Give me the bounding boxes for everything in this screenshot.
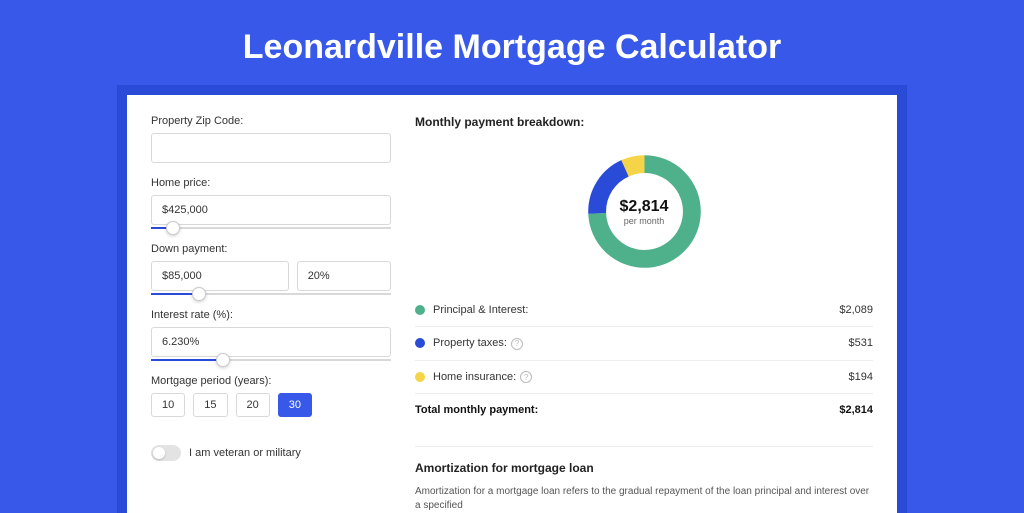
interest-label: Interest rate (%): bbox=[151, 309, 391, 321]
form-panel: Property Zip Code: Home price: Down paym… bbox=[151, 115, 391, 513]
donut-chart-wrap: $2,814 per month bbox=[415, 139, 873, 294]
breakdown-row: Principal & Interest: $2,089 bbox=[415, 294, 873, 327]
zip-input[interactable] bbox=[151, 133, 391, 163]
help-icon[interactable]: ? bbox=[511, 338, 523, 350]
toggle-knob bbox=[153, 447, 165, 459]
inner-band: Property Zip Code: Home price: Down paym… bbox=[117, 85, 907, 513]
home-price-label: Home price: bbox=[151, 177, 391, 189]
breakdown-value: $531 bbox=[849, 337, 873, 349]
zip-group: Property Zip Code: bbox=[151, 115, 391, 163]
interest-input[interactable] bbox=[151, 327, 391, 357]
calculator-card: Property Zip Code: Home price: Down paym… bbox=[127, 95, 897, 513]
breakdown-value: $194 bbox=[849, 371, 873, 383]
breakdown-row: Home insurance:? $194 bbox=[415, 361, 873, 394]
legend-dot bbox=[415, 372, 425, 382]
slider-thumb[interactable] bbox=[192, 287, 206, 301]
amortization-body: Amortization for a mortgage loan refers … bbox=[415, 485, 873, 513]
down-payment-percent-input[interactable] bbox=[297, 261, 391, 291]
breakdown-label: Home insurance: bbox=[433, 371, 516, 383]
page-title: Leonardville Mortgage Calculator bbox=[0, 0, 1024, 85]
period-button-30[interactable]: 30 bbox=[278, 393, 312, 417]
help-icon[interactable]: ? bbox=[520, 371, 532, 383]
veteran-label: I am veteran or military bbox=[189, 447, 301, 459]
breakdown-label: Property taxes: bbox=[433, 337, 507, 349]
veteran-toggle[interactable] bbox=[151, 445, 181, 461]
donut-amount: $2,814 bbox=[620, 198, 669, 216]
period-button-15[interactable]: 15 bbox=[193, 393, 227, 417]
interest-group: Interest rate (%): bbox=[151, 309, 391, 361]
breakdown-value: $2,089 bbox=[839, 304, 873, 316]
breakdown-title: Monthly payment breakdown: bbox=[415, 115, 873, 129]
breakdown-panel: Monthly payment breakdown: $2,814 per mo… bbox=[391, 115, 873, 513]
home-price-group: Home price: bbox=[151, 177, 391, 229]
amortization-title: Amortization for mortgage loan bbox=[415, 461, 873, 475]
period-group: Mortgage period (years): 10 15 20 30 bbox=[151, 375, 391, 417]
legend-dot bbox=[415, 305, 425, 315]
down-payment-label: Down payment: bbox=[151, 243, 391, 255]
slider-thumb[interactable] bbox=[166, 221, 180, 235]
down-payment-amount-input[interactable] bbox=[151, 261, 289, 291]
breakdown-row: Property taxes:? $531 bbox=[415, 327, 873, 361]
home-price-input[interactable] bbox=[151, 195, 391, 225]
breakdown-label: Principal & Interest: bbox=[433, 304, 528, 316]
total-value: $2,814 bbox=[839, 404, 873, 416]
down-payment-group: Down payment: bbox=[151, 243, 391, 295]
veteran-row: I am veteran or military bbox=[151, 445, 391, 461]
total-label: Total monthly payment: bbox=[415, 404, 538, 416]
legend-dot bbox=[415, 338, 425, 348]
period-button-10[interactable]: 10 bbox=[151, 393, 185, 417]
interest-slider[interactable] bbox=[151, 359, 391, 361]
home-price-slider[interactable] bbox=[151, 227, 391, 229]
amortization-section: Amortization for mortgage loan Amortizat… bbox=[415, 446, 873, 513]
donut-chart: $2,814 per month bbox=[582, 149, 707, 274]
donut-sub: per month bbox=[620, 216, 669, 226]
donut-center: $2,814 per month bbox=[620, 198, 669, 226]
slider-thumb[interactable] bbox=[216, 353, 230, 367]
down-payment-slider[interactable] bbox=[151, 293, 391, 295]
period-label: Mortgage period (years): bbox=[151, 375, 391, 387]
period-button-20[interactable]: 20 bbox=[236, 393, 270, 417]
zip-label: Property Zip Code: bbox=[151, 115, 391, 127]
breakdown-total-row: Total monthly payment: $2,814 bbox=[415, 393, 873, 426]
